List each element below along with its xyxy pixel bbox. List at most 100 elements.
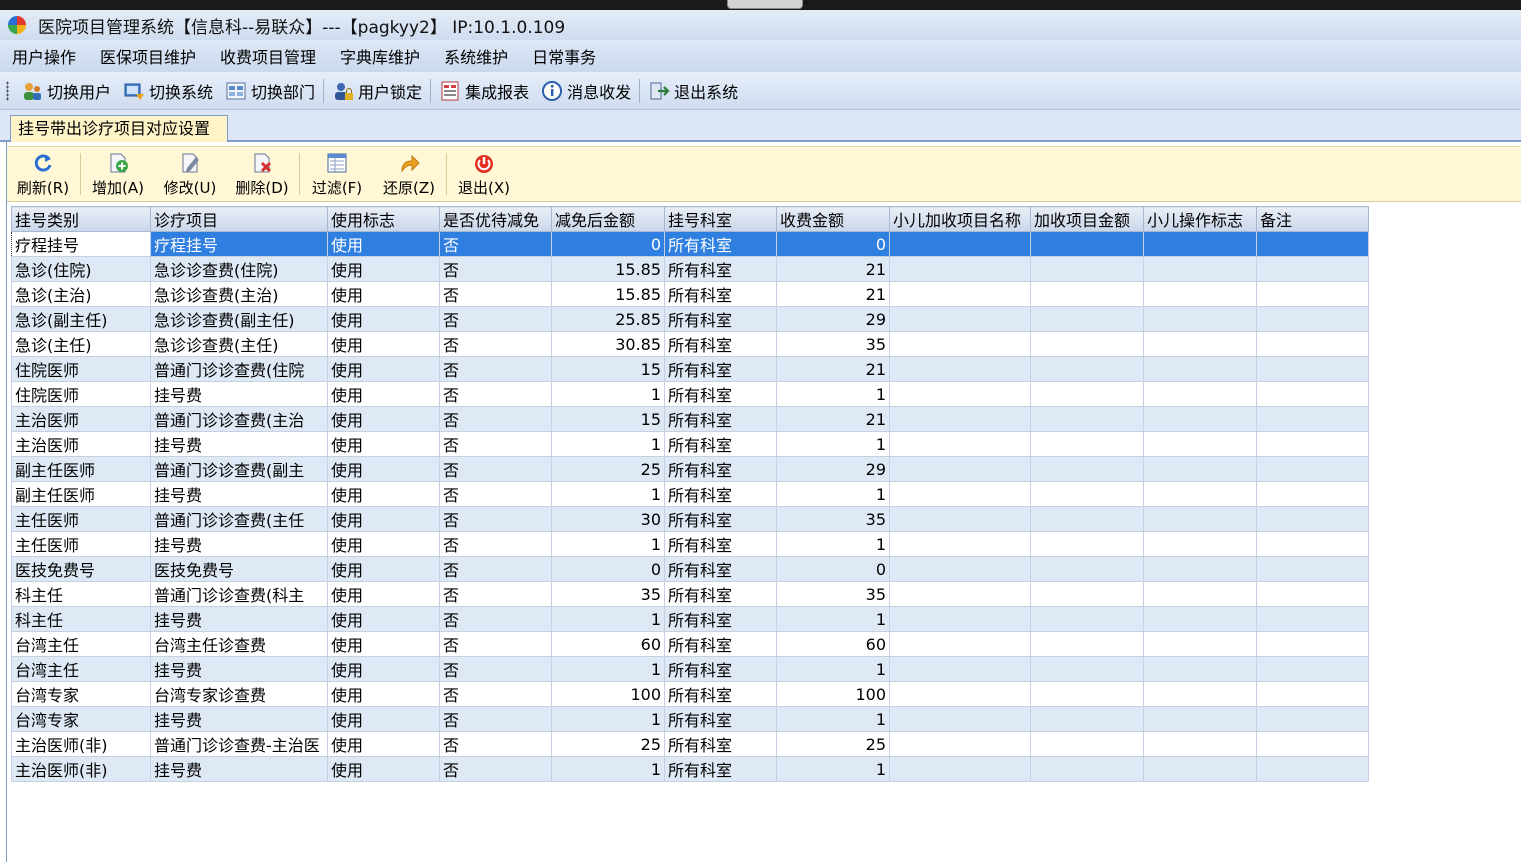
table-cell[interactable]: 所有科室 (664, 756, 777, 782)
table-cell[interactable]: 副主任医师 (11, 456, 151, 482)
column-header[interactable]: 小儿加收项目名称 (889, 206, 1031, 232)
table-row[interactable]: 台湾主任 台湾主任诊查费 使用否 60 所有科室 60 (11, 631, 1369, 657)
table-cell[interactable]: 60 (551, 631, 665, 657)
filter-button[interactable]: 过滤(F) (301, 147, 373, 201)
table-cell[interactable]: 所有科室 (664, 431, 777, 457)
table-cell[interactable] (1143, 381, 1257, 407)
table-cell[interactable]: 35 (776, 506, 890, 532)
table-cell[interactable] (1256, 756, 1369, 782)
table-cell[interactable]: 25.85 (551, 306, 665, 332)
table-cell[interactable]: 否 (439, 481, 552, 507)
table-cell[interactable]: 否 (439, 231, 552, 257)
table-cell[interactable]: 1 (551, 381, 665, 407)
table-cell[interactable] (1143, 506, 1257, 532)
delete-button[interactable]: 删除(D) (226, 147, 298, 201)
table-cell[interactable] (889, 681, 1031, 707)
table-cell[interactable] (1143, 256, 1257, 282)
table-cell[interactable] (1030, 381, 1144, 407)
menu-insurance-items[interactable]: 医保项目维护 (88, 44, 208, 68)
table-cell[interactable]: 急诊诊查费(主任) (150, 331, 328, 357)
table-cell[interactable]: 普通门诊诊查费(科主 (150, 581, 328, 607)
table-cell[interactable] (1256, 606, 1369, 632)
table-cell[interactable]: 否 (439, 656, 552, 682)
table-cell[interactable] (1256, 681, 1369, 707)
table-cell[interactable] (1256, 706, 1369, 732)
table-cell[interactable] (1030, 581, 1144, 607)
table-cell[interactable] (889, 656, 1031, 682)
table-cell[interactable]: 急诊(主治) (11, 281, 151, 307)
table-cell[interactable] (889, 281, 1031, 307)
table-cell[interactable]: 1 (551, 606, 665, 632)
add-button[interactable]: 增加(A) (82, 147, 154, 201)
table-cell[interactable] (1030, 306, 1144, 332)
table-cell[interactable]: 挂号费 (150, 756, 328, 782)
table-cell[interactable]: 15 (551, 356, 665, 382)
table-cell[interactable] (889, 406, 1031, 432)
table-cell[interactable]: 使用 (327, 731, 440, 757)
table-cell[interactable]: 挂号费 (150, 381, 328, 407)
table-cell[interactable]: 1 (551, 656, 665, 682)
table-cell[interactable]: 100 (776, 681, 890, 707)
table-cell[interactable]: 医技免费号 (11, 556, 151, 582)
table-cell[interactable] (1030, 606, 1144, 632)
table-cell[interactable] (1143, 756, 1257, 782)
table-cell[interactable]: 否 (439, 281, 552, 307)
table-cell[interactable]: 1 (776, 706, 890, 732)
table-cell[interactable]: 所有科室 (664, 581, 777, 607)
table-cell[interactable] (1256, 506, 1369, 532)
table-cell[interactable]: 否 (439, 606, 552, 632)
table-cell[interactable] (1256, 731, 1369, 757)
table-cell[interactable]: 1 (551, 481, 665, 507)
table-cell[interactable]: 所有科室 (664, 506, 777, 532)
table-cell[interactable]: 主任医师 (11, 506, 151, 532)
switch-department-button[interactable]: 切换部门 (219, 79, 321, 103)
table-cell[interactable]: 60 (776, 631, 890, 657)
table-cell[interactable]: 所有科室 (664, 681, 777, 707)
table-cell[interactable]: 台湾主任诊查费 (150, 631, 328, 657)
table-cell[interactable]: 1 (551, 756, 665, 782)
table-row[interactable]: 主治医师(非) 挂号费 使用否 1 所有科室 1 (11, 756, 1369, 782)
table-cell[interactable]: 否 (439, 706, 552, 732)
table-cell[interactable]: 台湾主任 (11, 656, 151, 682)
user-lock-button[interactable]: 用户锁定 (326, 79, 428, 103)
tab-registration-item-mapping[interactable]: 挂号带出诊疗项目对应设置 (10, 115, 228, 142)
table-cell[interactable] (889, 581, 1031, 607)
table-cell[interactable]: 1 (776, 381, 890, 407)
table-cell[interactable]: 0 (776, 231, 890, 257)
table-cell[interactable]: 主任医师 (11, 531, 151, 557)
table-cell[interactable]: 21 (776, 406, 890, 432)
table-cell[interactable] (1256, 481, 1369, 507)
table-cell[interactable] (889, 481, 1031, 507)
column-header[interactable]: 诊疗项目 (150, 206, 328, 232)
table-cell[interactable] (1030, 631, 1144, 657)
table-cell[interactable] (1030, 706, 1144, 732)
table-cell[interactable] (1030, 681, 1144, 707)
table-row[interactable]: 主任医师 挂号费 使用否 1 所有科室 1 (11, 531, 1369, 557)
table-cell[interactable]: 所有科室 (664, 706, 777, 732)
table-cell[interactable] (1030, 256, 1144, 282)
table-cell[interactable]: 1 (776, 481, 890, 507)
table-cell[interactable] (1030, 506, 1144, 532)
table-cell[interactable] (1256, 531, 1369, 557)
table-row[interactable]: 医技免费号 医技免费号 使用否 0 所有科室 0 (11, 556, 1369, 582)
table-row[interactable]: 住院医师 挂号费 使用否 1 所有科室 1 (11, 381, 1369, 407)
table-cell[interactable]: 否 (439, 381, 552, 407)
table-cell[interactable] (1143, 356, 1257, 382)
table-cell[interactable]: 否 (439, 506, 552, 532)
menu-daily-affairs[interactable]: 日常事务 (520, 44, 608, 68)
table-row[interactable]: 疗程挂号 疗程挂号 使用否 0 所有科室 0 (11, 231, 1369, 257)
table-cell[interactable]: 普通门诊诊查费(副主 (150, 456, 328, 482)
table-cell[interactable]: 使用 (327, 456, 440, 482)
table-cell[interactable]: 所有科室 (664, 356, 777, 382)
table-cell[interactable] (1256, 331, 1369, 357)
table-cell[interactable] (1030, 731, 1144, 757)
edit-button[interactable]: 修改(U) (154, 147, 226, 201)
table-cell[interactable] (1143, 706, 1257, 732)
table-cell[interactable]: 主治医师 (11, 431, 151, 457)
table-cell[interactable]: 所有科室 (664, 281, 777, 307)
table-cell[interactable]: 使用 (327, 531, 440, 557)
table-cell[interactable]: 使用 (327, 481, 440, 507)
table-cell[interactable] (1143, 581, 1257, 607)
table-cell[interactable]: 29 (776, 306, 890, 332)
table-cell[interactable]: 30.85 (551, 331, 665, 357)
